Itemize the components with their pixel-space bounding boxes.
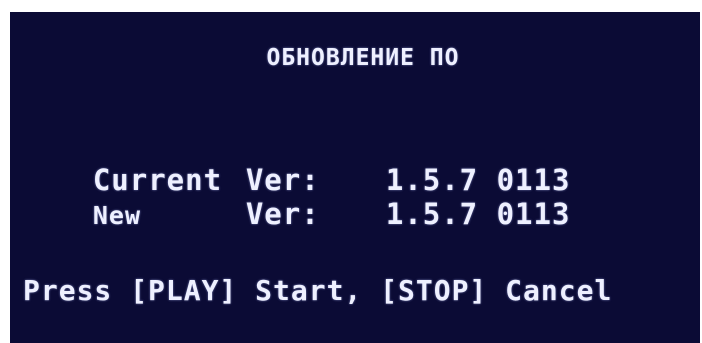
new-version-row: New Ver: 1.5.7 0113 bbox=[19, 163, 570, 231]
new-ver-label: Ver: bbox=[245, 197, 320, 231]
new-version-value: 1.5.7 0113 bbox=[385, 197, 571, 231]
action-prompt: Press [PLAY] Start, [STOP] Cancel bbox=[23, 274, 613, 307]
firmware-update-screen: ОБНОВЛЕНИЕ ПО Current Ver: 1.5.7 0113 New V… bbox=[10, 12, 700, 343]
current-version-row: Current Ver: 1.5.7 0113 bbox=[19, 129, 570, 197]
screen-title: ОБНОВЛЕНИЕ ПО bbox=[266, 45, 460, 71]
new-label: New bbox=[92, 201, 141, 230]
